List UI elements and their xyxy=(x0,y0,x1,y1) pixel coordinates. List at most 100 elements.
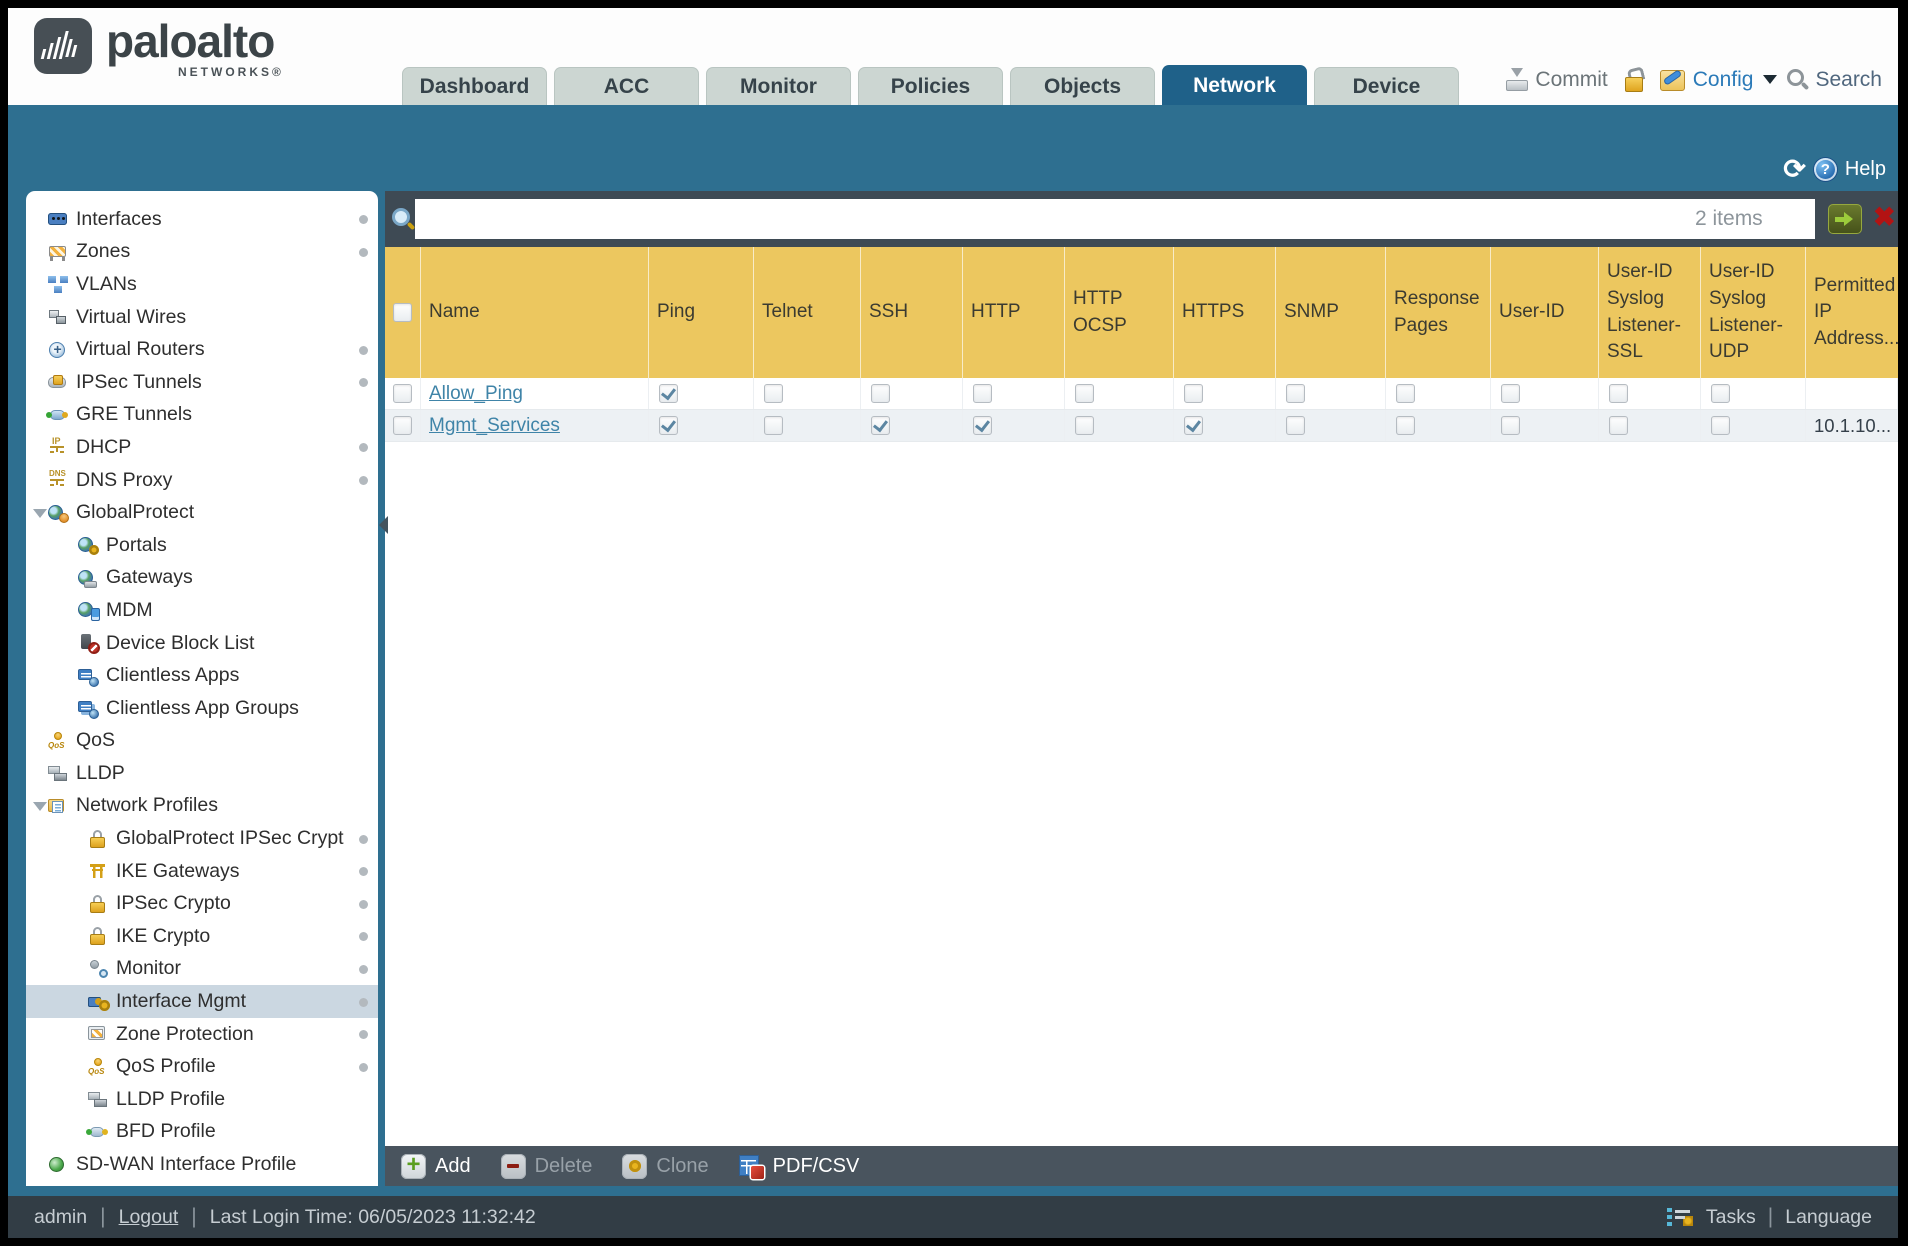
select-all-checkbox[interactable] xyxy=(393,303,412,322)
sidebar-item-interface-mgmt[interactable]: Interface Mgmt xyxy=(26,985,378,1018)
sidebar-item-clientless-app-groups[interactable]: Clientless App Groups xyxy=(26,692,378,725)
user-id-checkbox[interactable] xyxy=(1501,384,1520,403)
sidebar-item-network-profiles[interactable]: Network Profiles xyxy=(26,790,378,823)
sidebar-item-gre-tunnels[interactable]: GRE Tunnels xyxy=(26,399,378,432)
column-header-user-id-syslog-listener-udp[interactable]: User-ID Syslog Listener-UDP xyxy=(1701,247,1806,378)
user-id-syslog-listener-ssl-checkbox[interactable] xyxy=(1609,384,1628,403)
column-header-response-pages[interactable]: Response Pages xyxy=(1386,247,1491,378)
sidebar-item-interfaces[interactable]: Interfaces xyxy=(26,203,378,236)
response-pages-checkbox[interactable] xyxy=(1396,384,1415,403)
telnet-checkbox[interactable] xyxy=(764,384,783,403)
column-header-snmp[interactable]: SNMP xyxy=(1276,247,1386,378)
delete-button[interactable]: Delete xyxy=(500,1153,592,1179)
commit-button[interactable]: Commit xyxy=(1505,68,1608,92)
clear-filter-button[interactable]: ✖ xyxy=(1873,201,1896,233)
column-header-label: Response Pages xyxy=(1394,287,1480,336)
tab-acc[interactable]: ACC xyxy=(554,67,699,105)
response-pages-checkbox[interactable] xyxy=(1396,416,1415,435)
ssh-checkbox[interactable] xyxy=(871,384,890,403)
snmp-checkbox[interactable] xyxy=(1286,416,1305,435)
sidebar-item-globalprotect-ipsec-crypto[interactable]: GlobalProtect IPSec Crypto xyxy=(26,822,378,855)
user-id-syslog-listener-ssl-checkbox[interactable] xyxy=(1609,416,1628,435)
column-header-telnet[interactable]: Telnet xyxy=(754,247,861,378)
sidebar-item-zones[interactable]: Zones xyxy=(26,236,378,269)
sidebar-item-zone-protection[interactable]: Zone Protection xyxy=(26,1018,378,1051)
apply-filter-button[interactable] xyxy=(1828,204,1862,234)
column-header-label: HTTP OCSP xyxy=(1073,287,1127,336)
user-id-checkbox[interactable] xyxy=(1501,416,1520,435)
add-button[interactable]: Add xyxy=(401,1153,471,1179)
column-header-http[interactable]: HTTP xyxy=(963,247,1065,378)
http-ocsp-checkbox[interactable] xyxy=(1075,384,1094,403)
sidebar-item-virtual-wires[interactable]: Virtual Wires xyxy=(26,301,378,334)
user-id-syslog-listener-udp-checkbox[interactable] xyxy=(1711,384,1730,403)
tab-dashboard[interactable]: Dashboard xyxy=(402,67,547,105)
row-select-checkbox[interactable] xyxy=(393,384,412,403)
http-checkbox[interactable] xyxy=(973,384,992,403)
tab-device[interactable]: Device xyxy=(1314,67,1459,105)
column-header-user-id[interactable]: User-ID xyxy=(1491,247,1599,378)
expander-icon[interactable] xyxy=(33,801,47,811)
filter-input[interactable] xyxy=(415,199,1815,239)
pdf-csv-button[interactable]: PDF/CSV xyxy=(738,1154,859,1179)
sidebar-item-mdm[interactable]: MDM xyxy=(26,594,378,627)
profile-name-link[interactable]: Mgmt_Services xyxy=(429,415,560,437)
unlock-icon[interactable] xyxy=(1623,68,1645,92)
expander-icon[interactable] xyxy=(33,508,47,518)
telnet-checkbox[interactable] xyxy=(764,416,783,435)
column-header-ping[interactable]: Ping xyxy=(649,247,754,378)
http-ocsp-checkbox[interactable] xyxy=(1075,416,1094,435)
sidebar-item-gateways[interactable]: Gateways xyxy=(26,562,378,595)
sidebar-item-ipsec-crypto[interactable]: IPSec Crypto xyxy=(26,887,378,920)
clone-button[interactable]: Clone xyxy=(622,1153,709,1179)
column-header-user-id-syslog-listener-ssl[interactable]: User-ID Syslog Listener-SSL xyxy=(1599,247,1701,378)
tab-network[interactable]: Network xyxy=(1162,65,1307,105)
sidebar-item-dhcp[interactable]: DHCP xyxy=(26,431,378,464)
http-checkbox[interactable] xyxy=(973,416,992,435)
sidebar-item-label: Virtual Wires xyxy=(76,305,187,328)
config-menu-button[interactable]: Config xyxy=(1659,67,1778,92)
sidebar-item-lldp[interactable]: LLDP xyxy=(26,757,378,790)
sidebar-item-lldp-profile[interactable]: LLDP Profile xyxy=(26,1083,378,1116)
tab-objects[interactable]: Objects xyxy=(1010,67,1155,105)
sidebar-item-vlans[interactable]: VLANs xyxy=(26,268,378,301)
sidebar-item-clientless-apps[interactable]: Clientless Apps xyxy=(26,659,378,692)
sidebar-item-virtual-routers[interactable]: Virtual Routers xyxy=(26,333,378,366)
sidebar-item-ike-crypto[interactable]: IKE Crypto xyxy=(26,920,378,953)
logout-link[interactable]: Logout xyxy=(119,1206,179,1229)
https-checkbox[interactable] xyxy=(1184,384,1203,403)
sidebar-item-dns-proxy[interactable]: DNS Proxy xyxy=(26,464,378,497)
sidebar-item-qos[interactable]: QoS xyxy=(26,725,378,758)
user-id-syslog-listener-udp-checkbox[interactable] xyxy=(1711,416,1730,435)
help-icon[interactable]: ? xyxy=(1813,158,1837,181)
snmp-checkbox[interactable] xyxy=(1286,384,1305,403)
column-header-https[interactable]: HTTPS xyxy=(1174,247,1276,378)
sidebar-item-bfd-profile[interactable]: BFD Profile xyxy=(26,1116,378,1149)
sidebar-item-ike-gateways[interactable]: IKE Gateways xyxy=(26,855,378,888)
ping-checkbox[interactable] xyxy=(659,384,678,403)
sidebar-item-portals[interactable]: Portals xyxy=(26,529,378,562)
sidebar-item-globalprotect[interactable]: GlobalProtect xyxy=(26,496,378,529)
ssh-checkbox[interactable] xyxy=(871,416,890,435)
sidebar-item-monitor[interactable]: Monitor xyxy=(26,953,378,986)
language-link[interactable]: Language xyxy=(1785,1206,1872,1229)
column-header-http-ocsp[interactable]: HTTP OCSP xyxy=(1065,247,1174,378)
sidebar-item-sd-wan-interface-profile[interactable]: SD-WAN Interface Profile xyxy=(26,1148,378,1181)
https-checkbox[interactable] xyxy=(1184,416,1203,435)
sidebar-item-ipsec-tunnels[interactable]: IPSec Tunnels xyxy=(26,366,378,399)
column-header-name[interactable]: Name xyxy=(421,247,649,378)
column-header-permitted-ip-address[interactable]: Permitted IP Address... xyxy=(1806,247,1898,378)
column-header-ssh[interactable]: SSH xyxy=(861,247,963,378)
sidebar-item-device-block-list[interactable]: Device Block List xyxy=(26,627,378,660)
search-button[interactable]: Search xyxy=(1786,68,1882,92)
row-select-checkbox[interactable] xyxy=(393,416,412,435)
profile-name-link[interactable]: Allow_Ping xyxy=(429,383,523,405)
sidebar-collapse-handle[interactable] xyxy=(379,516,388,534)
tasks-link[interactable]: Tasks xyxy=(1706,1206,1756,1229)
refresh-icon[interactable]: ⟳ xyxy=(1783,156,1806,183)
tab-policies[interactable]: Policies xyxy=(858,67,1003,105)
help-label[interactable]: Help xyxy=(1845,158,1886,181)
tab-monitor[interactable]: Monitor xyxy=(706,67,851,105)
ping-checkbox[interactable] xyxy=(659,416,678,435)
sidebar-item-qos-profile[interactable]: QoS Profile xyxy=(26,1050,378,1083)
